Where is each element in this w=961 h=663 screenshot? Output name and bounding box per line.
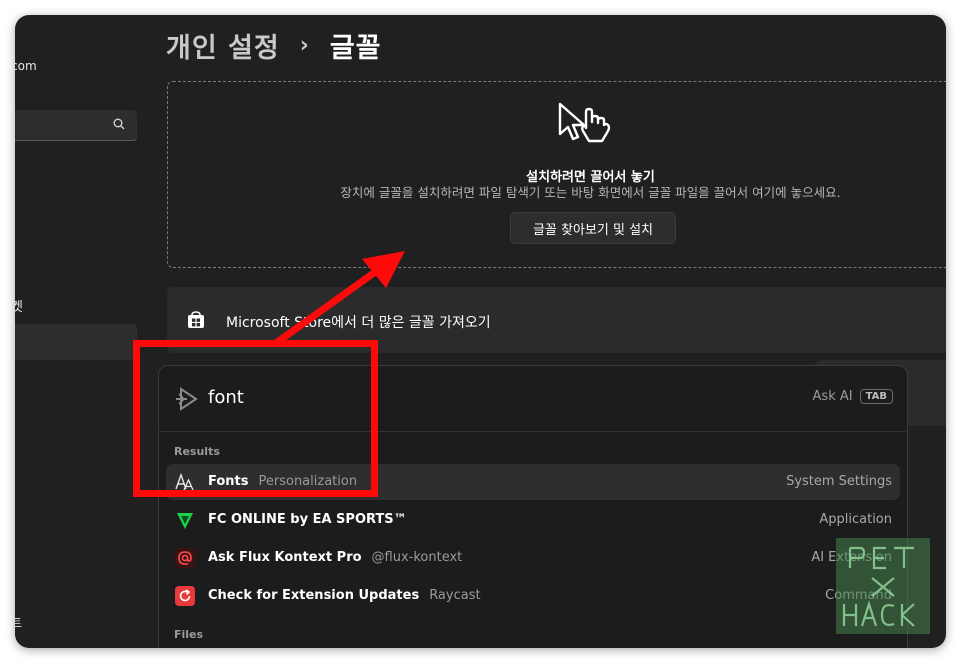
store-row-label: Microsoft Store에서 더 많은 글꼴 가져오기 xyxy=(226,315,491,331)
refresh-icon xyxy=(175,586,195,606)
result-subtitle: @flux-kontext xyxy=(371,550,463,565)
drag-drop-icon xyxy=(558,102,611,143)
watermark-logo xyxy=(836,538,930,634)
result-title: Ask Flux Kontext Pro @flux-kontext xyxy=(208,550,462,565)
sidebar-item-label[interactable]: 켓 xyxy=(15,296,23,315)
drop-zone-title: 설치하려면 끌어서 놓기 xyxy=(526,170,655,185)
settings-window: com 켓 트 개인 설정 › 글꼴 설치하려면 끌어서 놓기 장치에 글꼴을 … xyxy=(15,15,946,648)
at-sign-icon xyxy=(175,548,195,568)
search-icon xyxy=(113,118,125,130)
sidebar: com 켓 트 xyxy=(15,15,155,648)
browse-install-fonts-button[interactable]: 글꼴 찾아보기 및 설치 xyxy=(510,212,676,244)
annotation-highlight-box xyxy=(133,340,378,497)
font-drop-zone[interactable]: 설치하려면 끌어서 놓기 장치에 글꼴을 설치하려면 파일 탐색기 또는 바탕 … xyxy=(167,81,946,268)
result-type: System Settings xyxy=(786,474,892,489)
tab-key-hint: TAB xyxy=(859,389,893,404)
result-title-text: FC ONLINE by EA SPORTS™ xyxy=(208,512,407,527)
result-type: Application xyxy=(819,512,892,527)
account-email: com xyxy=(15,59,37,73)
settings-search-input[interactable] xyxy=(15,110,137,141)
result-title: Check for Extension Updates Raycast xyxy=(208,588,481,603)
ask-ai-button[interactable]: Ask AI TAB xyxy=(813,389,893,404)
result-item-fc-online[interactable]: FC ONLINE by EA SPORTS™ Application xyxy=(166,502,900,538)
breadcrumb-separator: › xyxy=(299,33,310,58)
ask-ai-label: Ask AI xyxy=(812,389,853,404)
store-icon xyxy=(188,311,204,328)
result-title-text: Check for Extension Updates xyxy=(208,588,420,603)
result-title: FC ONLINE by EA SPORTS™ xyxy=(208,512,417,527)
sidebar-item-label[interactable]: 트 xyxy=(15,614,22,631)
breadcrumb: 개인 설정 › 글꼴 xyxy=(166,26,382,65)
drop-zone-description: 장치에 글꼴을 설치하려면 파일 탐색기 또는 바탕 화면에서 글꼴 파일을 끌… xyxy=(340,185,841,200)
result-title-text: Ask Flux Kontext Pro xyxy=(208,550,362,565)
section-header-files: Files xyxy=(174,628,204,641)
page-title: 글꼴 xyxy=(329,33,382,64)
result-subtitle: Raycast xyxy=(429,588,481,603)
breadcrumb-parent[interactable]: 개인 설정 xyxy=(166,26,280,65)
sidebar-item-personalization[interactable] xyxy=(15,324,137,360)
result-item-check-updates[interactable]: Check for Extension UpdatesRaycast Comma… xyxy=(166,578,900,614)
fc-online-icon xyxy=(175,510,195,530)
result-item-ask-flux[interactable]: Ask Flux Kontext Pro@flux-kontext AI Ext… xyxy=(166,540,900,576)
